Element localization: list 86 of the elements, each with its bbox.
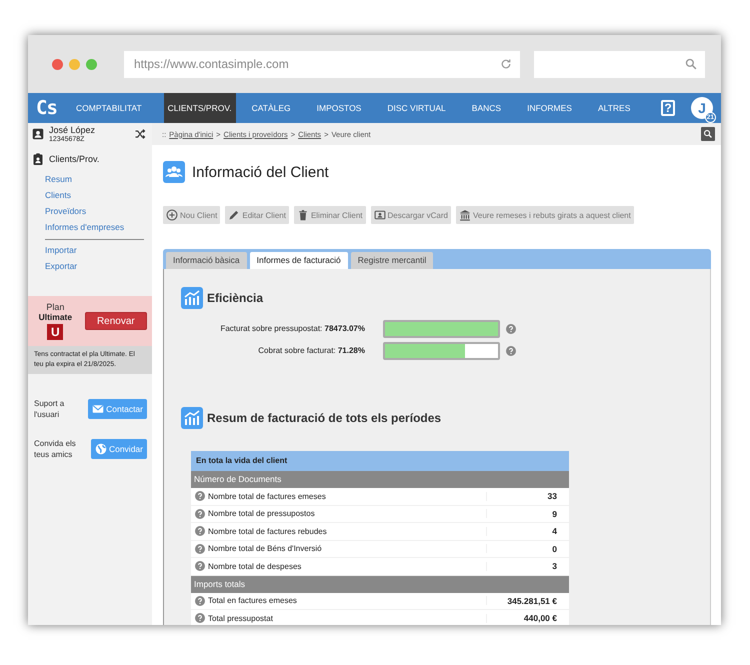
page-title: Informació del Client — [192, 164, 329, 180]
table-cell: Nombre total de Béns d'Inversió — [205, 544, 487, 554]
table-header: En tota la vida del client — [191, 451, 569, 471]
table-cell: Nombre total de factures rebudes — [205, 526, 487, 536]
meter-label: Facturat sobre pressupostat: 78473.07% — [219, 324, 365, 333]
sidebar-link[interactable]: Clients — [28, 187, 152, 203]
contact-icon — [32, 128, 44, 140]
address-bar[interactable]: https://www.contasimple.com — [124, 50, 520, 78]
sidebar-link[interactable]: Exportar — [28, 258, 152, 274]
table-cell: Total pressupostat — [205, 614, 487, 623]
table-cell-text: 345.281,51 € — [506, 596, 558, 606]
plan-badge: U — [47, 324, 64, 340]
section-heading: Resum de facturació de tots els períodes — [207, 411, 442, 425]
reload-icon — [500, 58, 512, 70]
search-icon — [703, 129, 713, 139]
table-cell-text: 9 — [551, 508, 558, 519]
help-icon[interactable] — [506, 346, 516, 356]
bar-chart-icon — [181, 287, 203, 309]
promo-text: Suport a l'usuari — [34, 398, 66, 420]
help-icon[interactable] — [195, 508, 205, 519]
contact-button[interactable]: Contactar — [88, 399, 147, 419]
plan-name: Ultimate — [38, 312, 72, 322]
shuffle-icon[interactable] — [134, 128, 146, 140]
table-cell: Total en factures emeses — [205, 596, 487, 606]
search-field[interactable] — [534, 50, 705, 78]
table-cell-text: 440,00 € — [522, 613, 558, 624]
meter-label: Cobrat sobre facturat: 71.28% — [257, 346, 365, 355]
sidebar-link[interactable]: Importar — [28, 242, 152, 258]
help-icon[interactable] — [195, 526, 205, 536]
search-icon — [685, 58, 697, 70]
sidebar-link[interactable]: Resum — [28, 171, 152, 187]
nav-item[interactable]: INFORMES — [523, 93, 576, 123]
bank-icon — [458, 209, 471, 221]
sidebar-link[interactable]: Proveïdors — [28, 203, 152, 219]
search-button[interactable] — [701, 127, 715, 141]
envelope-icon — [92, 403, 104, 415]
help-icon[interactable] — [195, 613, 205, 624]
pencil-icon — [228, 209, 240, 221]
nav-item[interactable]: DISC VIRTUAL — [383, 93, 450, 123]
logo[interactable]: Cs — [36, 93, 72, 123]
nav-item[interactable]: IMPOSTOS — [312, 93, 366, 123]
table-cell-text: 33 — [546, 491, 558, 502]
sidebar-link[interactable]: Informes d'empreses — [28, 219, 152, 235]
help-icon[interactable] — [195, 596, 205, 606]
tab[interactable]: Registre mercantil — [350, 252, 434, 269]
table-cell: Nombre total de factures emeses — [205, 492, 487, 501]
nav-item[interactable]: CATÀLEG — [248, 93, 295, 123]
toolbar-button[interactable]: Nou Client — [163, 206, 220, 224]
help-icon[interactable] — [195, 561, 205, 572]
clipboard-icon — [32, 153, 44, 165]
tab[interactable]: Informació bàsica — [166, 252, 247, 269]
nav-item[interactable]: BANCS — [468, 93, 506, 123]
url-text: https://www.contasimple.com — [134, 57, 289, 71]
users-icon — [163, 161, 185, 183]
user-name: José López — [49, 124, 96, 134]
section-title: Clients/Prov. — [49, 154, 100, 164]
table-group-header: Número de Documents — [191, 471, 569, 488]
table-group-header: Imports totals — [191, 576, 569, 592]
nav-item[interactable]: CLIENTS/PROV. — [164, 93, 236, 123]
help-icon[interactable] — [195, 491, 205, 502]
plus-circle-icon — [166, 209, 178, 221]
nav-item[interactable]: ALTRES — [594, 93, 634, 123]
table-cell-text: 0 — [551, 544, 558, 554]
toolbar-button[interactable]: Eliminar Client — [294, 206, 366, 224]
window-control[interactable] — [52, 58, 63, 70]
tab[interactable]: Informes de facturació — [250, 252, 348, 269]
toolbar-button[interactable]: Descargar vCard — [370, 206, 451, 224]
renew-button[interactable]: Renovar — [84, 312, 147, 330]
nav-item[interactable]: COMPTABILITAT — [72, 93, 146, 123]
help-icon[interactable] — [195, 544, 205, 554]
bar-chart-icon — [181, 407, 203, 429]
table-cell: Nombre total de pressupostos — [205, 509, 487, 518]
invite-button[interactable]: Convidar — [90, 439, 147, 459]
id-card-icon — [374, 209, 386, 221]
toolbar-button[interactable]: Veure remeses i rebuts girats a aquest client — [456, 206, 634, 224]
promo-text: Convida els teus amics — [34, 438, 77, 460]
trash-icon — [296, 209, 309, 221]
plan-label: Plan — [46, 302, 64, 312]
table-cell-text: 4 — [551, 526, 558, 536]
help-icon[interactable] — [506, 324, 516, 334]
table-cell: Nombre total de despeses — [205, 562, 487, 571]
help-button[interactable]: ? — [661, 100, 675, 116]
toolbar-button[interactable]: Editar Client — [225, 206, 289, 224]
globe-icon — [94, 443, 107, 455]
section-heading: Eficiència — [207, 291, 264, 305]
table-cell-text: 3 — [551, 561, 558, 572]
